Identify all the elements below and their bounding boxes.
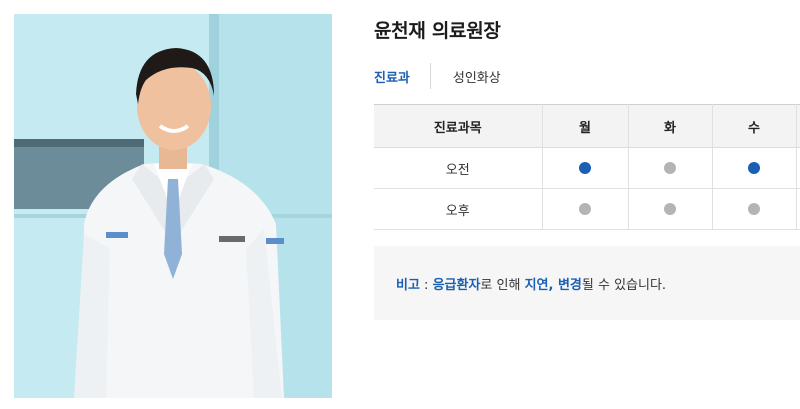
- header-subject: 진료과목: [374, 104, 543, 148]
- department-value: 성인화상: [452, 70, 501, 86]
- status-dot-icon: [579, 203, 591, 215]
- schedule-table: 진료과목 월 화 수 오전 오후: [374, 104, 800, 230]
- doctor-name: 윤천재 의료원장: [374, 20, 501, 42]
- header-wed: 수: [712, 104, 797, 148]
- doctor-photo: [14, 14, 332, 398]
- status-dot-icon: [579, 162, 591, 174]
- note-text: 비고 : 응급환자로 인해 지연, 변경될 수 있습니다.: [374, 274, 666, 293]
- note-text-1: 로 인해: [480, 277, 525, 293]
- department-label: 진료과: [374, 70, 410, 86]
- row-label-pm: 오후: [374, 188, 543, 230]
- department-divider: [429, 63, 431, 89]
- note-label: 비고: [396, 277, 420, 293]
- schedule-header-row: 진료과목 월 화 수: [374, 104, 800, 148]
- header-mon: 월: [542, 104, 629, 148]
- note-box: 비고 : 응급환자로 인해 지연, 변경될 수 있습니다.: [374, 246, 800, 320]
- status-dot-icon: [748, 203, 760, 215]
- header-tue: 화: [628, 104, 713, 148]
- status-dot-icon: [664, 162, 676, 174]
- table-row: 오전: [374, 147, 800, 189]
- status-dot-icon: [664, 203, 676, 215]
- note-emphasis-emergency: 응급환자: [432, 277, 481, 293]
- header-thu: [796, 104, 800, 148]
- note-text-2: 될 수 있습니다.: [581, 277, 667, 293]
- row-label-am: 오전: [374, 147, 543, 189]
- status-dot-icon: [748, 162, 760, 174]
- table-row: 오후: [374, 188, 800, 230]
- note-emphasis-delay: 지연, 변경: [524, 277, 582, 293]
- department-row: 진료과 성인화상: [374, 62, 501, 90]
- note-colon: :: [419, 277, 433, 293]
